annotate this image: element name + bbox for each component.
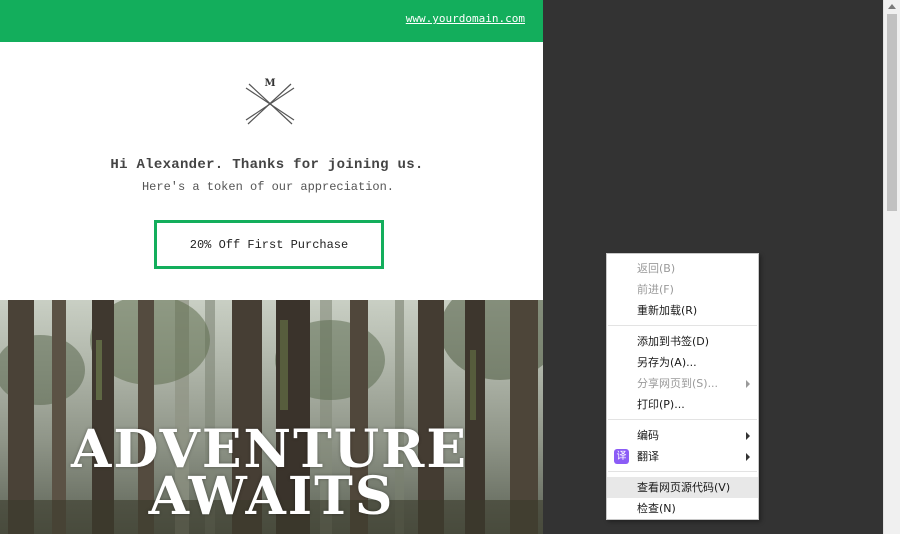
vertical-scrollbar[interactable]	[883, 0, 900, 534]
email-header-bar: www.yourdomain.com	[0, 0, 543, 42]
menu-item-translate-label: 翻译	[637, 450, 659, 463]
menu-item-reload[interactable]: 重新加载(R)	[607, 300, 758, 321]
hero-title-line2: AWAITS	[148, 466, 395, 527]
menu-item-reload-label: 重新加载(R)	[637, 304, 698, 317]
menu-item-save-as[interactable]: 另存为(A)...	[607, 352, 758, 373]
menu-separator	[608, 471, 757, 472]
menu-item-bookmark[interactable]: 添加到书签(D)	[607, 331, 758, 352]
menu-item-inspect[interactable]: 检查(N)	[607, 498, 758, 519]
appreciation-text: Here's a token of our appreciation.	[141, 180, 395, 194]
menu-item-print-label: 打印(P)...	[637, 398, 685, 411]
scrollbar-thumb[interactable]	[887, 14, 897, 211]
menu-item-back-label: 返回(B)	[637, 262, 676, 275]
logo-letter: M	[264, 78, 275, 89]
submenu-arrow-icon	[746, 380, 750, 388]
menu-item-back[interactable]: 返回(B)	[607, 258, 758, 279]
menu-item-inspect-label: 检查(N)	[637, 502, 676, 515]
offer-button[interactable]: 20% Off First Purchase	[154, 220, 384, 269]
menu-item-encoding-label: 编码	[637, 429, 659, 442]
menu-item-view-source[interactable]: 查看网页源代码(V)	[607, 477, 758, 498]
menu-separator	[608, 325, 757, 326]
menu-item-view-source-label: 查看网页源代码(V)	[637, 481, 731, 494]
menu-item-translate[interactable]: 译 翻译	[607, 446, 758, 467]
translate-icon: 译	[614, 449, 629, 464]
submenu-arrow-icon	[746, 432, 750, 440]
offer-button-label: 20% Off First Purchase	[189, 237, 349, 252]
brand-logo-icon: M	[245, 76, 295, 125]
menu-item-forward-label: 前进(F)	[637, 283, 674, 296]
menu-item-save-as-label: 另存为(A)...	[637, 356, 697, 369]
menu-item-share-label: 分享网页到(S)...	[637, 377, 719, 390]
menu-item-share[interactable]: 分享网页到(S)...	[607, 373, 758, 394]
context-menu: 返回(B) 前进(F) 重新加载(R) 添加到书签(D) 另存为(A)... 分…	[606, 253, 759, 520]
menu-separator	[608, 419, 757, 420]
scroll-up-arrow-icon[interactable]	[888, 4, 896, 9]
menu-item-print[interactable]: 打印(P)...	[607, 394, 758, 415]
domain-link[interactable]: www.yourdomain.com	[406, 12, 525, 25]
menu-item-bookmark-label: 添加到书签(D)	[637, 335, 710, 348]
greeting-text: Hi Alexander. Thanks for joining us.	[110, 157, 424, 173]
menu-item-encoding[interactable]: 编码	[607, 425, 758, 446]
submenu-arrow-icon	[746, 453, 750, 461]
menu-item-forward[interactable]: 前进(F)	[607, 279, 758, 300]
